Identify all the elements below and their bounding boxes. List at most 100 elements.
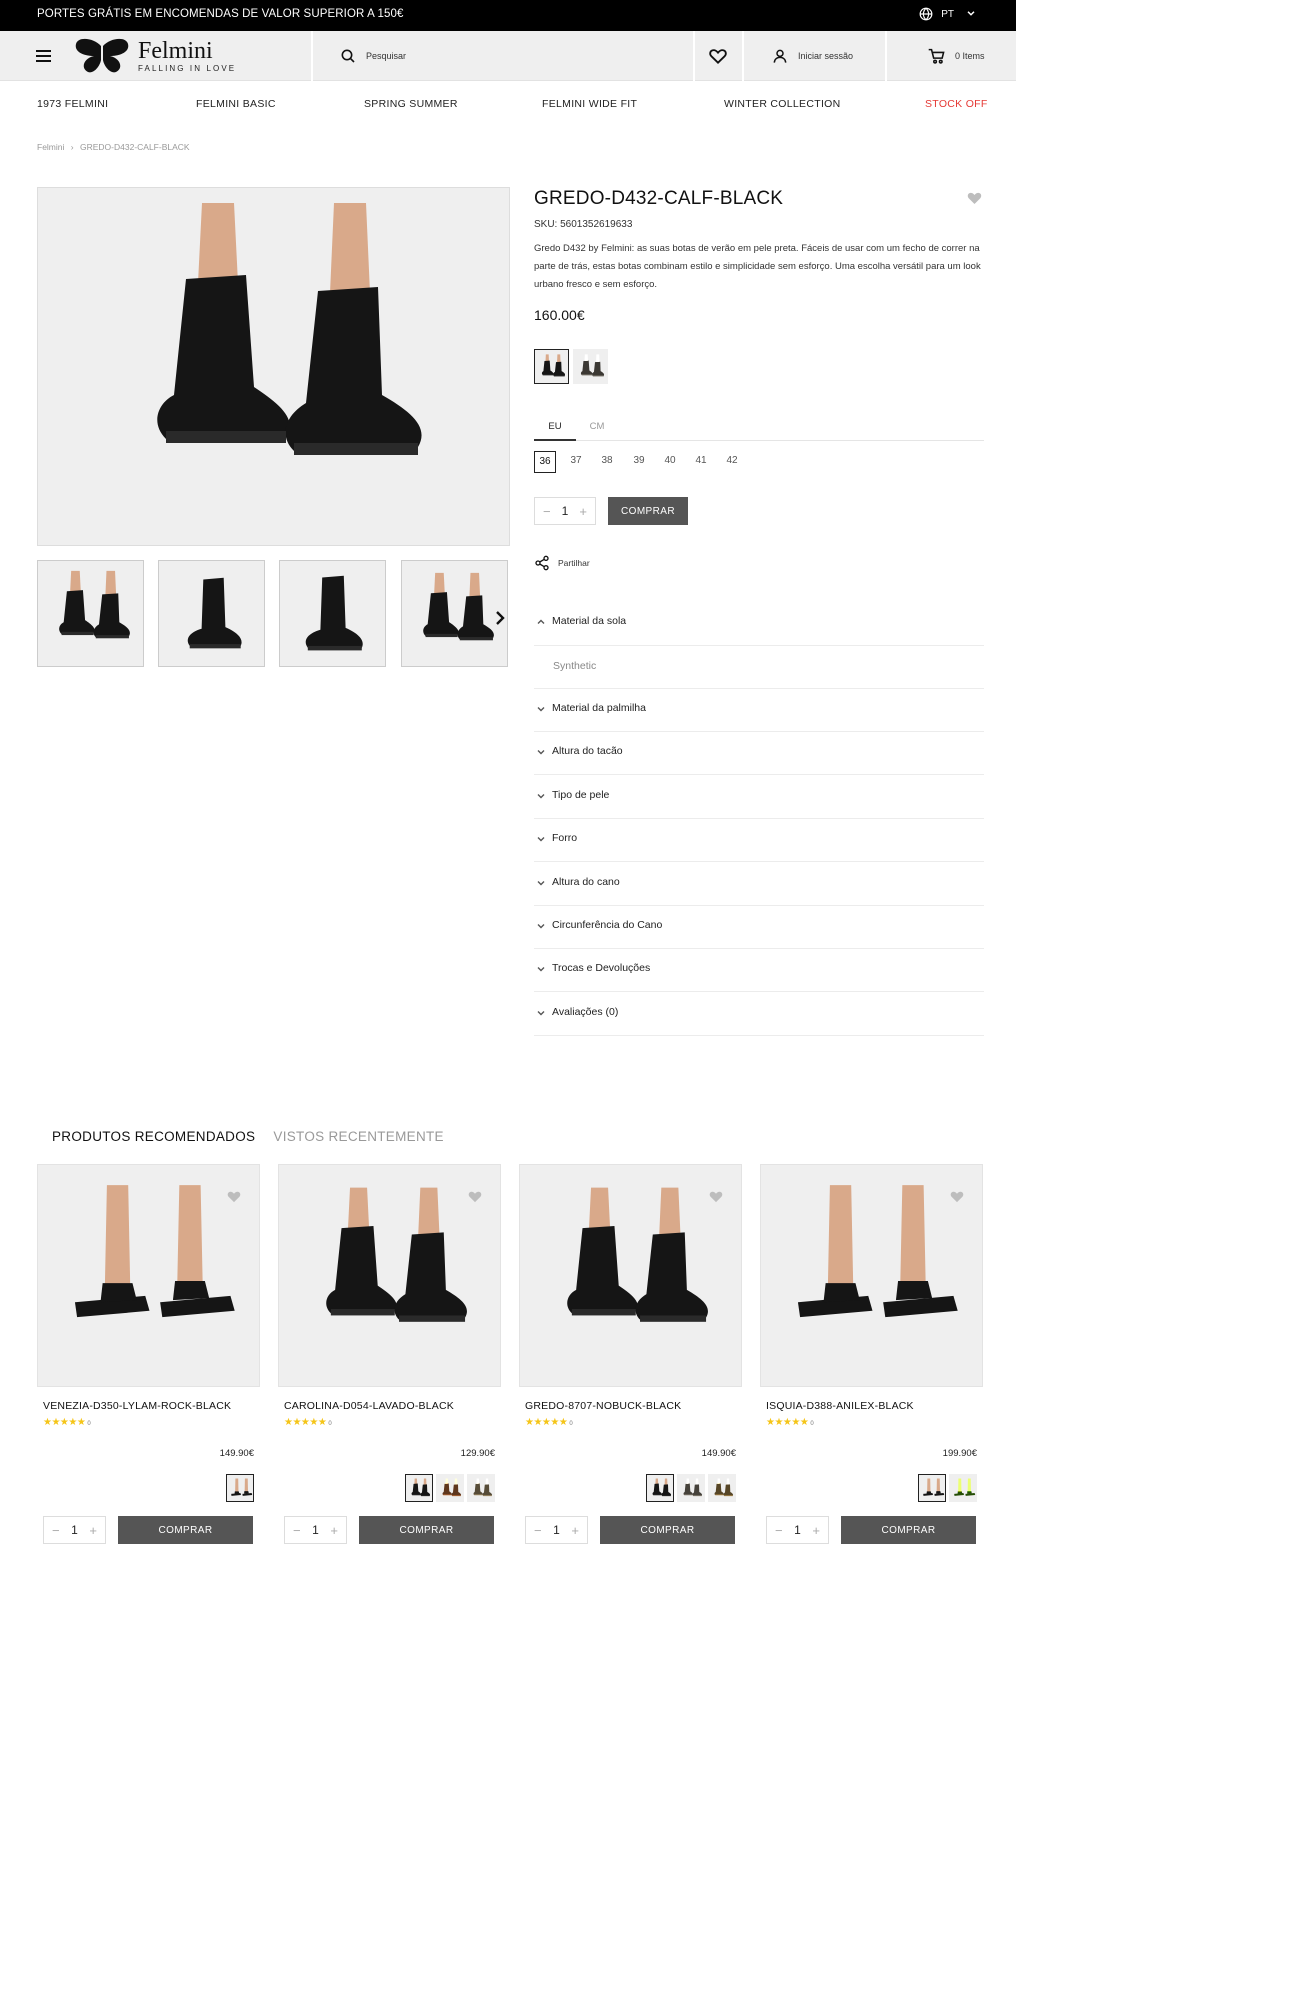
nav-item-stock-off[interactable]: STOCK OFF [925, 98, 988, 110]
accordion-item[interactable]: Avaliações (0) [534, 992, 984, 1036]
search-placeholder: Pesquisar [366, 51, 407, 61]
size-option-39[interactable]: 39 [628, 451, 650, 473]
plus-icon[interactable]: + [571, 1523, 579, 1538]
quantity-stepper[interactable]: − 1 + [284, 1516, 347, 1544]
size-option-41[interactable]: 41 [690, 451, 712, 473]
color-swatch[interactable] [405, 1474, 433, 1502]
nav-item-1973-felmini[interactable]: 1973 FELMINI [37, 98, 108, 110]
plus-icon[interactable]: + [579, 504, 587, 519]
plus-icon[interactable]: + [330, 1523, 338, 1538]
buy-button[interactable]: COMPRAR [118, 1516, 253, 1544]
thumbnail[interactable] [401, 560, 508, 667]
heart-icon[interactable] [708, 1189, 724, 1204]
color-variant-taupe[interactable] [573, 349, 608, 384]
heart-icon[interactable] [226, 1189, 242, 1204]
share-button[interactable]: Partilhar [534, 555, 590, 571]
size-option-36[interactable]: 36 [534, 451, 556, 473]
heart-icon [966, 190, 983, 206]
tab-recently-viewed[interactable]: VISTOS RECENTEMENTE [273, 1129, 443, 1144]
product-card-image[interactable] [519, 1164, 742, 1387]
accordion-item[interactable]: Material da palmilha [534, 688, 984, 732]
product-card[interactable]: ISQUIA-D388-ANILEX-BLACK ★★★★★ 0 199.90€ … [760, 1164, 983, 1564]
product-card-name[interactable]: ISQUIA-D388-ANILEX-BLACK [766, 1400, 914, 1412]
quantity-value: 1 [561, 504, 569, 518]
brand-logo[interactable]: Felmini FALLING IN LOVE [74, 31, 236, 81]
quantity-stepper[interactable]: − 1 + [43, 1516, 106, 1544]
accordion-material-da-sola[interactable]: Material da sola [534, 601, 984, 645]
thumbnail-next-button[interactable] [493, 610, 507, 631]
color-swatch[interactable] [918, 1474, 946, 1502]
color-variant-black[interactable] [534, 349, 569, 384]
main-navigation: 1973 FELMINI FELMINI BASIC SPRING SUMMER… [37, 98, 987, 112]
thumbnail[interactable] [279, 560, 386, 667]
tab-cm[interactable]: CM [576, 421, 618, 432]
minus-icon[interactable]: − [293, 1523, 301, 1538]
product-card[interactable]: VENEZIA-D350-LYLAM-ROCK-BLACK ★★★★★ 0 149… [37, 1164, 260, 1564]
heart-icon[interactable] [467, 1189, 483, 1204]
chevron-down-icon [537, 924, 545, 929]
nav-item-felmini-wide-fit[interactable]: FELMINI WIDE FIT [542, 98, 637, 110]
menu-button[interactable] [36, 31, 54, 81]
buy-button[interactable]: COMPRAR [608, 497, 688, 525]
plus-icon[interactable]: + [89, 1523, 97, 1538]
minus-icon[interactable]: − [534, 1523, 542, 1538]
size-option-40[interactable]: 40 [659, 451, 681, 473]
accordion-item[interactable]: Forro [534, 818, 984, 862]
product-card-image[interactable] [278, 1164, 501, 1387]
color-swatch[interactable] [226, 1474, 254, 1502]
wishlist-button[interactable] [708, 31, 728, 81]
login-button[interactable]: Iniciar sessão [772, 31, 853, 81]
accordion-item[interactable]: Altura do tacão [534, 731, 984, 775]
quantity-stepper[interactable]: − 1 + [534, 497, 596, 525]
nav-item-spring-summer[interactable]: SPRING SUMMER [364, 98, 458, 110]
product-card[interactable]: GREDO-8707-NOBUCK-BLACK ★★★★★ 0 149.90€ −… [519, 1164, 742, 1564]
color-swatch[interactable] [708, 1474, 736, 1502]
size-option-37[interactable]: 37 [565, 451, 587, 473]
tab-recommended-products[interactable]: PRODUTOS RECOMENDADOS [52, 1129, 255, 1144]
stars: ★★★★★ [525, 1417, 568, 1428]
color-swatch[interactable] [467, 1474, 495, 1502]
share-label: Partilhar [558, 558, 590, 568]
product-main-image[interactable] [37, 187, 510, 546]
accordion-item[interactable]: Trocas e Devoluções [534, 948, 984, 992]
quantity-stepper[interactable]: − 1 + [766, 1516, 829, 1544]
nav-item-winter-collection[interactable]: WINTER COLLECTION [724, 98, 841, 110]
promo-text: PORTES GRÁTIS EM ENCOMENDAS DE VALOR SUP… [37, 8, 404, 20]
size-option-38[interactable]: 38 [596, 451, 618, 473]
rating-stars: ★★★★★ 0 [766, 1417, 814, 1428]
active-tab-indicator [534, 439, 576, 441]
quantity-stepper[interactable]: − 1 + [525, 1516, 588, 1544]
search-box[interactable]: Pesquisar [340, 31, 406, 81]
language-selector[interactable]: PT [919, 7, 980, 21]
favorite-button[interactable] [966, 190, 983, 211]
minus-icon[interactable]: − [775, 1523, 783, 1538]
size-option-42[interactable]: 42 [721, 451, 743, 473]
product-card[interactable]: CAROLINA-D054-LAVADO-BLACK ★★★★★ 0 129.90… [278, 1164, 501, 1564]
color-swatch[interactable] [677, 1474, 705, 1502]
buy-button[interactable]: COMPRAR [359, 1516, 494, 1544]
color-swatch[interactable] [949, 1474, 977, 1502]
buy-button[interactable]: COMPRAR [841, 1516, 976, 1544]
product-card-image[interactable] [37, 1164, 260, 1387]
nav-item-felmini-basic[interactable]: FELMINI BASIC [196, 98, 276, 110]
product-card-image[interactable] [760, 1164, 983, 1387]
breadcrumb-home[interactable]: Felmini [37, 142, 64, 152]
product-card-name[interactable]: CAROLINA-D054-LAVADO-BLACK [284, 1400, 454, 1412]
thumbnail[interactable] [158, 560, 265, 667]
share-icon [535, 555, 549, 571]
color-swatch[interactable] [436, 1474, 464, 1502]
thumbnail[interactable] [37, 560, 144, 667]
tab-eu[interactable]: EU [534, 421, 576, 432]
heart-icon[interactable] [949, 1189, 965, 1204]
accordion-item[interactable]: Altura do cano [534, 862, 984, 906]
buy-button[interactable]: COMPRAR [600, 1516, 735, 1544]
accordion-item[interactable]: Tipo de pele [534, 775, 984, 819]
cart-button[interactable]: 0 Items [928, 31, 985, 81]
accordion-item[interactable]: Circunferência do Cano [534, 905, 984, 949]
plus-icon[interactable]: + [812, 1523, 820, 1538]
color-swatch[interactable] [646, 1474, 674, 1502]
product-card-name[interactable]: GREDO-8707-NOBUCK-BLACK [525, 1400, 681, 1412]
minus-icon[interactable]: − [543, 504, 551, 519]
product-card-name[interactable]: VENEZIA-D350-LYLAM-ROCK-BLACK [43, 1400, 231, 1412]
minus-icon[interactable]: − [52, 1523, 60, 1538]
